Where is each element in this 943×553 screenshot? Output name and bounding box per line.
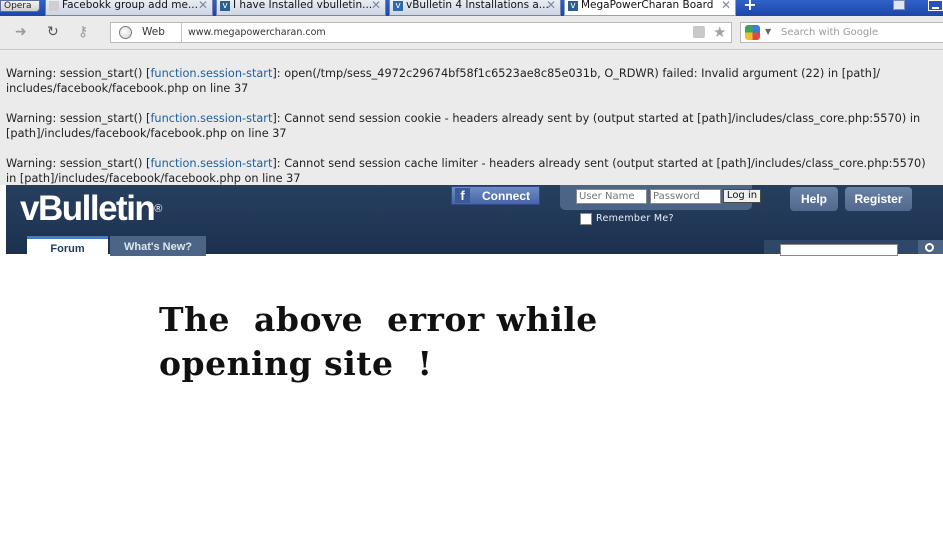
tab-label: MegaPowerCharan Board [581,0,714,11]
warning-message: Warning: session_start() [function.sessi… [6,66,943,96]
warning-text-line2: includes/facebook/facebook.php on line 3… [6,82,249,95]
password-input[interactable] [650,189,721,204]
document-icon [49,1,59,11]
vb-icon: v [568,1,578,11]
tab-whats-new[interactable]: What's New? [110,236,206,256]
register-button[interactable]: Register [845,187,912,211]
reload-icon[interactable]: ↻ [47,24,59,40]
warning-text: ]: Cannot send session cookie - headers … [272,112,921,125]
vb-icon: v [220,1,230,11]
warning-text: ]: Cannot send session cache limiter - h… [272,157,926,170]
address-url[interactable]: www.megapowercharan.com [188,27,326,38]
tab-installed-vbulletin[interactable]: v I have Installed vbulletin... ✕ [216,0,386,16]
error-annotation: The above error while opening site ! [159,298,598,386]
close-icon[interactable]: ✕ [371,0,381,11]
address-divider [181,23,182,42]
tab-forum[interactable]: Forum [27,236,108,256]
tab-megapowercharan-board[interactable]: v MegaPowerCharan Board ✕ [564,0,736,16]
opera-menu-button[interactable]: Opera [0,0,40,12]
remember-me-checkbox[interactable] [580,213,592,225]
forward-arrow-icon[interactable]: ➜ [15,24,27,40]
key-icon[interactable]: ⚷ [78,24,88,40]
new-tab-plus-icon[interactable]: + [741,0,759,13]
annotation-line: opening site ! [159,344,433,383]
vb-icon: v [393,1,403,11]
logo-text: vBulletin [20,189,156,228]
chevron-down-icon[interactable]: ▼ [765,27,771,36]
warning-message: Warning: session_start() [function.sessi… [6,111,943,141]
address-zone-label: Web [142,26,165,38]
rss-feed-icon[interactable] [693,26,705,38]
forum-search-input[interactable] [780,244,898,256]
globe-icon [119,26,132,39]
browser-tab-bar: Opera Facebokk group add me... ✕ v I hav… [0,0,943,16]
php-warnings-area: Warning: session_start() [function.sessi… [0,50,943,185]
warning-prefix: Warning: session_start() [ [6,112,151,125]
browser-navigation-bar: ➜ ↻ ⚷ Web www.megapowercharan.com ★ ▼ Se… [0,16,943,50]
registered-mark: ® [154,203,163,215]
warning-text-line2: in [path]/includes/facebook/facebook.php… [6,172,301,185]
forum-search-button[interactable] [918,240,943,254]
annotation-line: The above error while [159,300,598,339]
tab-facebook-group[interactable]: Facebokk group add me... ✕ [45,0,213,16]
facebook-connect-button[interactable]: f Connect [451,186,540,205]
tab-label: I have Installed vbulletin... [233,0,373,11]
forum-search-area [764,240,918,256]
warning-text-line2: [path]/includes/facebook/facebook.php on… [6,127,287,140]
facebook-icon: f [455,188,470,203]
username-input[interactable] [576,189,647,204]
function-link[interactable]: function.session-start [150,112,272,125]
address-bar[interactable]: Web www.megapowercharan.com ★ [110,22,732,43]
tab-label: Facebokk group add me... [62,0,198,11]
warning-prefix: Warning: session_start() [ [6,157,151,170]
search-box[interactable]: ▼ Search with Google [740,22,943,43]
close-icon[interactable]: ✕ [546,0,556,11]
google-icon[interactable] [745,25,760,40]
vbulletin-logo[interactable]: vBulletin® [20,187,162,231]
close-icon[interactable]: ✕ [721,0,731,11]
warning-message: Warning: session_start() [function.sessi… [6,156,943,186]
function-link[interactable]: function.session-start [150,67,272,80]
warning-prefix: Warning: session_start() [ [6,67,151,80]
close-icon[interactable]: ✕ [198,0,208,11]
function-link[interactable]: function.session-start [150,157,272,170]
trash-icon[interactable] [893,0,905,10]
warning-text: ]: open(/tmp/sess_4972c29674bf58f1c6523a… [272,67,881,80]
vbulletin-header: vBulletin® f Connect Log in Remember Me?… [6,185,943,256]
minimize-window-icon[interactable] [928,0,943,11]
tab-label: vBulletin 4 Installations a... [406,0,549,11]
help-button[interactable]: Help [790,187,838,211]
facebook-connect-label: Connect [482,189,530,203]
login-button[interactable]: Log in [723,189,761,203]
tab-vbulletin-installations[interactable]: v vBulletin 4 Installations a... ✕ [389,0,561,16]
search-placeholder: Search with Google [781,27,879,38]
remember-me-label: Remember Me? [596,213,674,224]
bookmark-star-icon[interactable]: ★ [713,23,726,41]
search-icon [925,243,934,252]
